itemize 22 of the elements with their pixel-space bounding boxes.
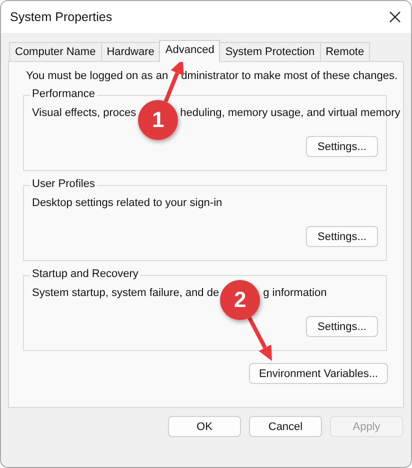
group-title: Performance: [30, 88, 97, 100]
tab[interactable]: Advanced: [159, 40, 220, 62]
close-icon[interactable]: [389, 11, 401, 23]
group-description: Visual effects, proces: [32, 107, 136, 119]
window-title: System Properties: [10, 10, 112, 24]
environment-variables-button[interactable]: Environment Variables...: [248, 363, 388, 384]
dialog-button[interactable]: OK: [168, 416, 241, 437]
group-description: System startup, system failure, and de: [32, 287, 220, 299]
group-description: g information: [263, 287, 327, 299]
settings-button[interactable]: Settings...: [306, 316, 378, 337]
group-description: Desktop settings related to your sign-in: [32, 197, 222, 209]
group-description: heduling, memory usage, and virtual memory: [180, 107, 400, 119]
arrow-icon: [248, 316, 272, 361]
settings-button[interactable]: Settings...: [306, 136, 378, 157]
tab[interactable]: Computer Name: [9, 42, 102, 61]
notice-text: dministrator to make most of these changes.: [181, 70, 398, 82]
tab[interactable]: Remote: [320, 42, 370, 61]
settings-button[interactable]: Settings...: [306, 226, 378, 247]
group-title: User Profiles: [30, 178, 97, 190]
group-title: Startup and Recovery: [30, 268, 140, 280]
dialog-button[interactable]: Cancel: [249, 416, 322, 437]
notice-text: You must be logged on as an: [26, 70, 168, 82]
